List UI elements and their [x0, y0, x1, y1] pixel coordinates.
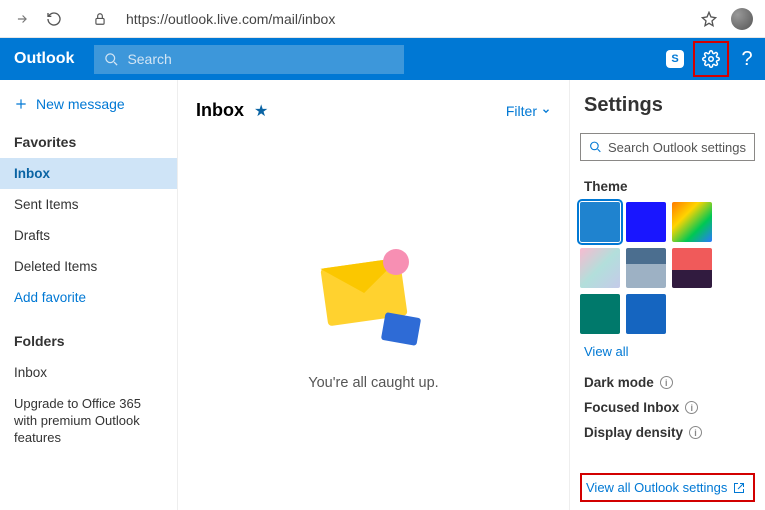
theme-swatch-blue-default[interactable] [580, 202, 620, 242]
display-density-label: Display density [584, 425, 683, 440]
dark-mode-label: Dark mode [584, 375, 654, 390]
add-favorite-link[interactable]: Add favorite [0, 282, 177, 313]
view-all-themes-link[interactable]: View all [580, 338, 755, 365]
inbox-title: Inbox [196, 100, 244, 121]
search-icon [104, 52, 119, 67]
lock-icon [90, 12, 110, 26]
message-list-pane: Inbox ★ Filter You're all caught up. [178, 80, 570, 510]
view-all-outlook-settings-link[interactable]: View all Outlook settings [580, 473, 755, 502]
sidebar-item-drafts[interactable]: Drafts [0, 220, 177, 251]
forward-icon[interactable] [12, 12, 32, 26]
favorite-star-icon[interactable]: ★ [254, 101, 268, 121]
favorites-header[interactable]: Favorites [0, 126, 177, 158]
app-bar: Outlook Search S ? [0, 38, 765, 80]
theme-swatch-gradient-pastel[interactable] [580, 248, 620, 288]
search-placeholder: Search [127, 51, 171, 67]
theme-swatch-sunset[interactable] [672, 248, 712, 288]
settings-pane: Settings Search Outlook settings Theme V… [570, 80, 765, 510]
sidebar-item-sent-items[interactable]: Sent Items [0, 189, 177, 220]
theme-label: Theme [584, 179, 755, 194]
help-button[interactable]: ? [729, 41, 765, 77]
settings-search-input[interactable]: Search Outlook settings [580, 133, 755, 161]
folders-header[interactable]: Folders [0, 325, 177, 357]
settings-title: Settings [580, 94, 755, 117]
search-input[interactable]: Search [94, 45, 404, 74]
folder-item-inbox[interactable]: Inbox [0, 357, 177, 388]
sidebar-item-inbox[interactable]: Inbox [0, 158, 177, 189]
skype-button[interactable]: S [657, 41, 693, 77]
dark-mode-row[interactable]: Dark mode i [584, 375, 755, 390]
theme-swatch-navigation[interactable] [626, 294, 666, 334]
settings-button[interactable] [693, 41, 729, 77]
theme-swatch-circuits[interactable] [580, 294, 620, 334]
filter-label: Filter [506, 103, 537, 119]
empty-inbox-illustration [319, 253, 429, 343]
gear-icon [702, 50, 720, 68]
brand-label[interactable]: Outlook [0, 50, 88, 68]
theme-swatch-rainbow[interactable] [672, 202, 712, 242]
empty-message: You're all caught up. [308, 375, 438, 391]
chevron-down-icon [541, 106, 551, 116]
theme-swatch-mountains[interactable] [626, 248, 666, 288]
new-message-button[interactable]: New message [0, 90, 177, 126]
upgrade-banner[interactable]: Upgrade to Office 365 with premium Outlo… [0, 388, 177, 455]
refresh-icon[interactable] [44, 11, 64, 27]
info-icon[interactable]: i [660, 376, 673, 389]
external-link-icon [733, 482, 745, 494]
theme-grid [580, 202, 755, 334]
display-density-row[interactable]: Display density i [584, 425, 755, 440]
focused-inbox-label: Focused Inbox [584, 400, 679, 415]
view-all-settings-label: View all Outlook settings [586, 480, 727, 495]
browser-address-bar: https://outlook.live.com/mail/inbox [0, 0, 765, 38]
info-icon[interactable]: i [685, 401, 698, 414]
sidebar: New message Favorites InboxSent ItemsDra… [0, 80, 178, 510]
skype-icon: S [666, 50, 684, 68]
filter-button[interactable]: Filter [506, 103, 551, 119]
search-icon [589, 140, 602, 154]
info-icon[interactable]: i [689, 426, 702, 439]
sidebar-item-deleted-items[interactable]: Deleted Items [0, 251, 177, 282]
favorite-star-icon[interactable] [701, 11, 717, 27]
settings-search-placeholder: Search Outlook settings [608, 140, 746, 155]
new-message-label: New message [36, 96, 125, 112]
url-text[interactable]: https://outlook.live.com/mail/inbox [126, 11, 689, 27]
theme-swatch-blue-bright[interactable] [626, 202, 666, 242]
plus-icon [14, 97, 28, 111]
focused-inbox-row[interactable]: Focused Inbox i [584, 400, 755, 415]
profile-avatar[interactable] [731, 8, 753, 30]
